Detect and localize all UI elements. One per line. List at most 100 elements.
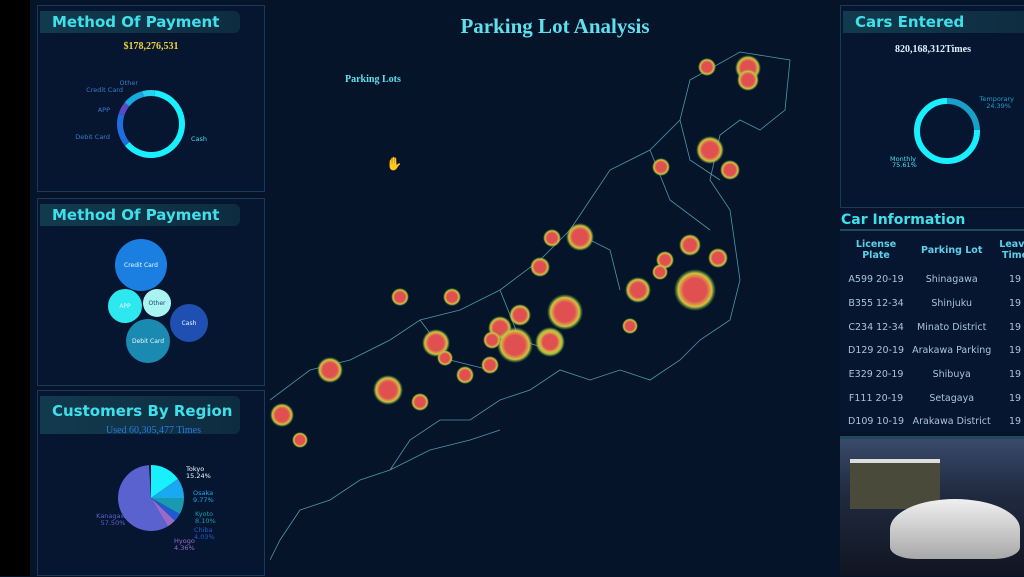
table-cell: Arakawa Parking bbox=[912, 345, 992, 357]
donut-label: Debit Card bbox=[75, 133, 110, 141]
table-cell: 19 bbox=[1009, 298, 1022, 310]
table-cell: 19 bbox=[1009, 321, 1022, 333]
bubble-label: Debit Card bbox=[132, 338, 164, 345]
title-divider bbox=[840, 229, 1024, 231]
heat-spot bbox=[696, 136, 724, 164]
heat-spot bbox=[270, 403, 294, 427]
bubble-label: APP bbox=[119, 303, 131, 310]
panel-title: Car Information bbox=[841, 212, 966, 228]
heat-spot bbox=[317, 357, 343, 383]
payment-donut-panel: Method Of Payment $178,276,531 Cash Debit… bbox=[37, 5, 265, 192]
table-row[interactable]: F111 20-19 Setagaya 19 bbox=[844, 386, 1024, 410]
column-header[interactable]: License Plate bbox=[844, 232, 908, 268]
column-header[interactable]: Leave Time bbox=[995, 232, 1024, 268]
heat-spot bbox=[443, 288, 461, 306]
car-info-table: License PlateParking LotLeave TimeA599 2… bbox=[844, 232, 1024, 434]
donut-slice bbox=[118, 102, 130, 116]
pie-value: 4.36% bbox=[174, 544, 195, 552]
heat-spot bbox=[708, 248, 728, 268]
table-row[interactable]: B355 12-34 Shinjuku 19 bbox=[844, 292, 1024, 316]
heat-spot bbox=[652, 158, 670, 176]
heatmap-map[interactable] bbox=[270, 40, 836, 576]
table-cell: 19 bbox=[1009, 369, 1022, 381]
table-row[interactable]: A599 20-19 Shinagawa 19 bbox=[844, 268, 1024, 292]
table-row[interactable]: D109 10-19 Arakawa District 19 bbox=[844, 410, 1024, 434]
parking-photo bbox=[840, 436, 1024, 576]
table-cell: Setagaya bbox=[929, 392, 975, 404]
heat-spot bbox=[509, 304, 531, 326]
payment-bubble-panel: Method Of Payment Credit Card APP Other Cas… bbox=[37, 198, 265, 386]
heat-spot bbox=[674, 269, 716, 311]
table-cell: D109 10-19 bbox=[848, 416, 905, 428]
donut-value: 75.61% bbox=[892, 161, 917, 169]
region-panel: Customers By Region Used 60,305,477 Time… bbox=[37, 390, 265, 576]
payment-donut-chart: Cash Debit Card APP Credit CardOther bbox=[75, 79, 207, 158]
column-header[interactable]: Parking Lot bbox=[908, 232, 995, 268]
black-strip bbox=[0, 0, 30, 576]
table-cell: F111 20-19 bbox=[848, 392, 904, 404]
donut-label: Credit Card bbox=[86, 86, 123, 94]
bubble-label: Other bbox=[148, 300, 166, 307]
heat-spot bbox=[456, 366, 474, 384]
cars-entered-panel: Cars Entered 820,168,312Times Temporary 2… bbox=[840, 5, 1024, 208]
table-row[interactable]: D129 20-19 Arakawa Parking 19 bbox=[844, 339, 1024, 363]
heat-spot bbox=[437, 350, 453, 366]
table-row[interactable]: E329 20-19 Shibuya 19 bbox=[844, 363, 1024, 387]
donut-label: APP bbox=[98, 106, 110, 114]
table-row[interactable]: C234 12-34 Minato District 19 bbox=[844, 315, 1024, 339]
pie-value: 8.10% bbox=[195, 517, 216, 525]
region-pie-chart: Tokyo15.24%Osaka9.77%Kyoto8.10%Chiba4.03… bbox=[96, 465, 216, 552]
table-cell: E329 20-19 bbox=[848, 369, 904, 381]
heat-spot bbox=[411, 393, 429, 411]
heat-spot bbox=[391, 288, 409, 306]
donut-label: Cash bbox=[191, 135, 207, 143]
pie-value: 15.24% bbox=[186, 472, 211, 480]
table-cell: B355 12-34 bbox=[848, 298, 904, 310]
table-cell: Shibuya bbox=[932, 369, 971, 381]
bubble-label: Cash bbox=[182, 320, 197, 327]
heat-spot bbox=[537, 329, 563, 355]
heat-spot bbox=[566, 223, 594, 251]
heat-spot bbox=[373, 375, 403, 405]
heat-spot bbox=[652, 264, 668, 280]
car-info-panel: Car Information License Plate Parking Lot… bbox=[840, 210, 1024, 432]
table-cell: C234 12-34 bbox=[848, 321, 904, 333]
pie-value: 9.77% bbox=[193, 496, 214, 504]
heat-spot bbox=[292, 432, 308, 448]
heat-spot bbox=[698, 58, 716, 76]
table-cell: Shinagawa bbox=[925, 274, 978, 286]
table-cell: D129 20-19 bbox=[848, 345, 905, 357]
car-image bbox=[890, 499, 1020, 559]
heat-spot bbox=[481, 356, 499, 374]
donut-slice bbox=[124, 90, 185, 158]
heat-spot bbox=[622, 318, 638, 334]
payment-bubble-chart: Credit Card APP Other Cash Debit Card bbox=[108, 239, 208, 363]
donut-slice bbox=[124, 91, 145, 107]
heat-spot bbox=[530, 257, 550, 277]
bubble-label: Credit Card bbox=[124, 262, 158, 269]
table-cell: Shinjuku bbox=[931, 298, 972, 310]
heat-spot bbox=[543, 229, 561, 247]
table-cell: 19 bbox=[1009, 345, 1022, 357]
pie-value: 57.50% bbox=[101, 519, 126, 527]
heat-spot bbox=[625, 277, 651, 303]
donut-slice bbox=[142, 90, 156, 97]
table-cell: 19 bbox=[1009, 416, 1022, 428]
heat-spot bbox=[497, 327, 533, 363]
heat-spot bbox=[679, 234, 701, 256]
map-outline bbox=[270, 51, 791, 561]
heat-spot bbox=[547, 294, 583, 330]
table-cell: A599 20-19 bbox=[848, 274, 904, 286]
heat-spot bbox=[483, 331, 501, 349]
heat-spot bbox=[720, 160, 740, 180]
donut-value: 24.39% bbox=[986, 102, 1011, 110]
pie-value: 4.03% bbox=[194, 533, 215, 541]
donut-slice bbox=[946, 98, 980, 131]
donut-label: Other bbox=[120, 79, 139, 87]
table-cell: 19 bbox=[1009, 392, 1022, 404]
table-cell: 19 bbox=[1009, 274, 1022, 286]
donut-slice bbox=[117, 113, 130, 146]
heat-spot bbox=[737, 69, 759, 91]
table-cell: Minato District bbox=[917, 321, 987, 333]
cars-donut-chart: Temporary24.39%Monthly75.61% bbox=[890, 95, 1014, 169]
